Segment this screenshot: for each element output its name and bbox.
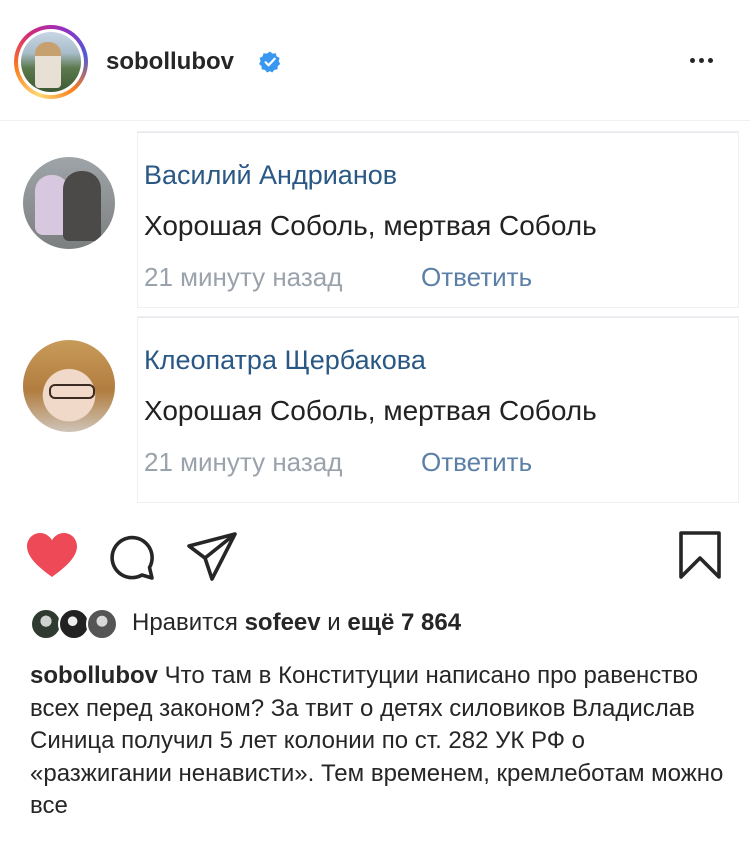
bookmark-icon[interactable] bbox=[678, 530, 722, 580]
comment-author: Клеопатра Щербакова bbox=[144, 345, 426, 375]
more-icon[interactable] bbox=[690, 50, 724, 70]
likes-middle: и bbox=[327, 609, 341, 636]
likes-summary[interactable]: Нравится sofeev и ещё 7 864 bbox=[132, 609, 461, 637]
comment-reply-link: Ответить bbox=[421, 262, 533, 292]
likes-count[interactable]: ещё 7 864 bbox=[347, 609, 461, 636]
liker-avatar bbox=[86, 608, 118, 640]
heart-icon[interactable] bbox=[26, 532, 78, 578]
comment-time: 21 минуту назад bbox=[144, 262, 343, 292]
post-caption: sobollubov Что там в Конституции написан… bbox=[30, 660, 730, 823]
comment-text: Хорошая Соболь, мертвая Соболь bbox=[144, 210, 597, 241]
post-image: Василий Андрианов Хорошая Соболь, мертва… bbox=[0, 122, 750, 520]
share-icon[interactable] bbox=[186, 531, 238, 581]
comment-avatar bbox=[23, 157, 115, 249]
liker-username[interactable]: sofeev bbox=[245, 609, 321, 636]
likes-prefix: Нравится bbox=[132, 609, 238, 636]
liker-avatars[interactable] bbox=[30, 608, 122, 642]
caption-username[interactable]: sobollubov bbox=[30, 662, 158, 689]
verified-badge-icon bbox=[259, 51, 281, 73]
comment-avatar bbox=[23, 340, 115, 432]
comment-icon[interactable] bbox=[108, 533, 156, 581]
post-username[interactable]: sobollubov bbox=[106, 48, 234, 76]
profile-avatar[interactable] bbox=[14, 25, 88, 99]
comment-reply-link: Ответить bbox=[421, 447, 533, 477]
post-header: sobollubov bbox=[0, 0, 750, 121]
comment-text: Хорошая Соболь, мертвая Соболь bbox=[144, 395, 597, 426]
comment-time: 21 минуту назад bbox=[144, 447, 343, 477]
comment-author: Василий Андрианов bbox=[144, 160, 398, 190]
